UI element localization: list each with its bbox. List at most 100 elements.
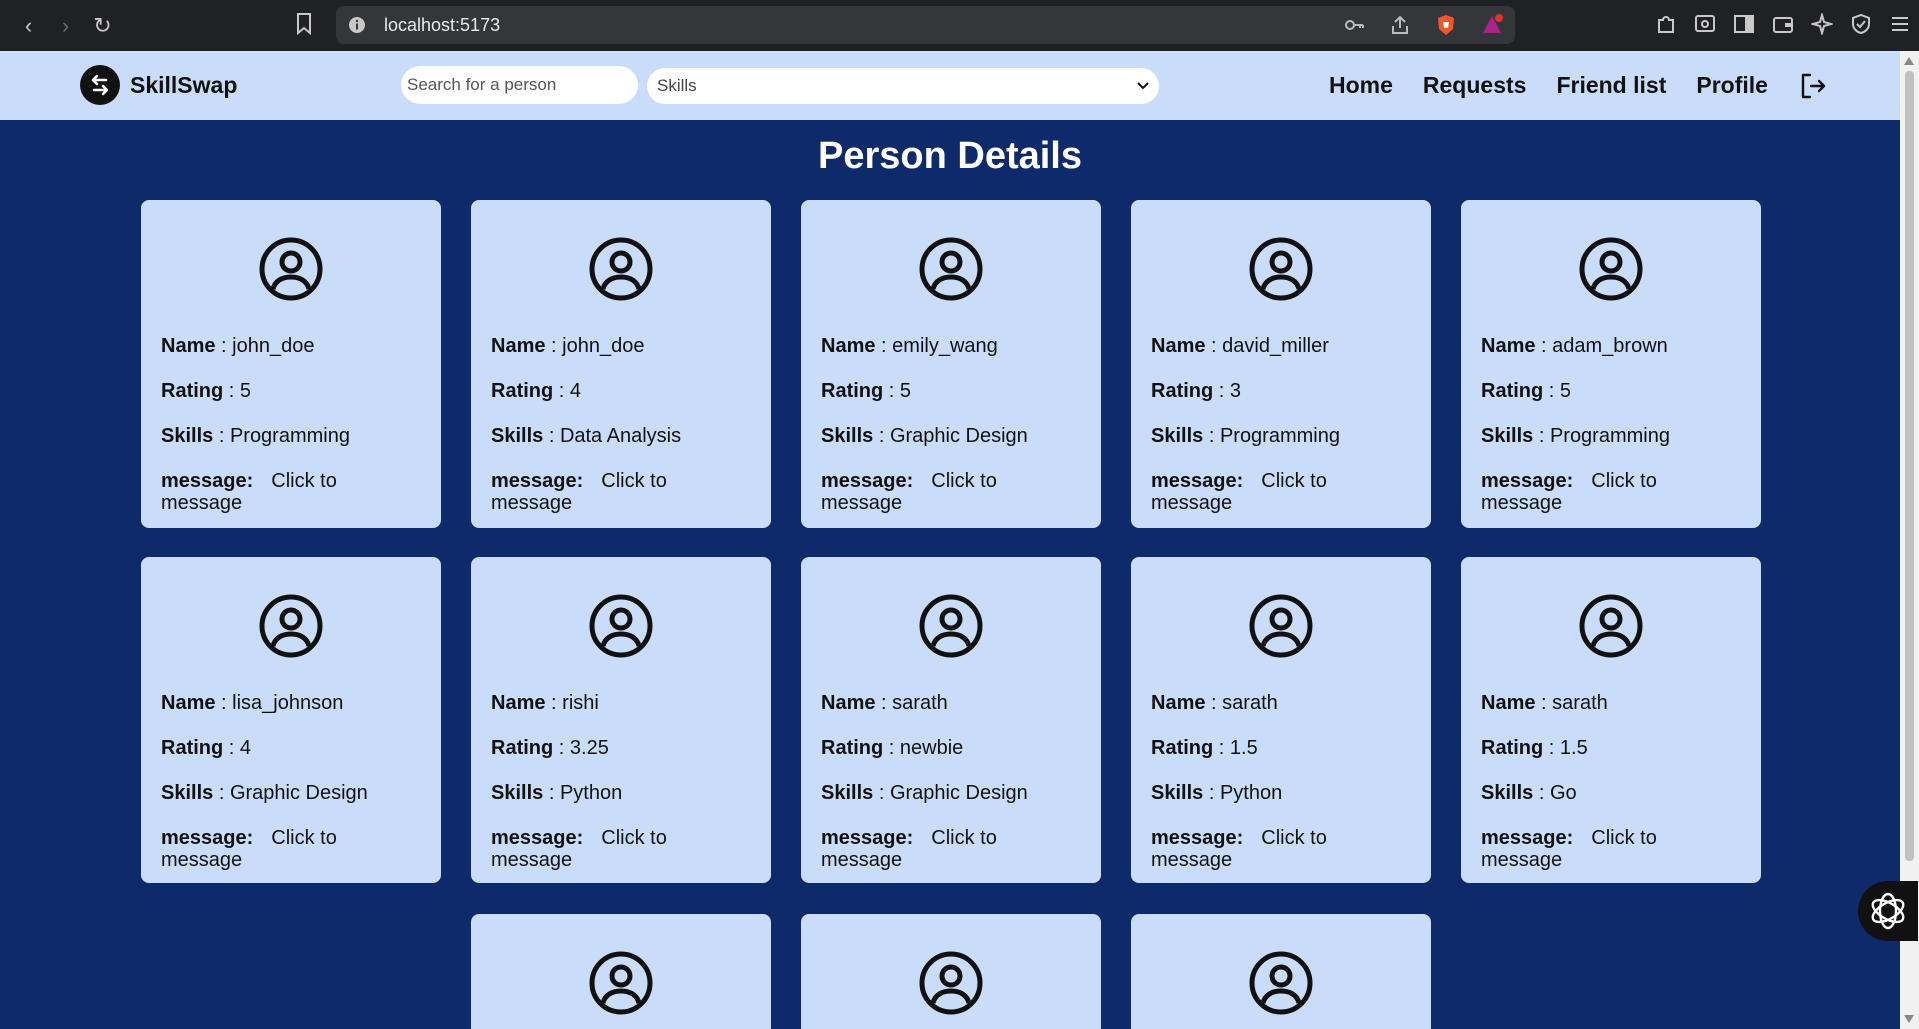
reload-button[interactable]: ↻ (84, 13, 121, 39)
person-skills-row: Skills : Graphic Design (821, 782, 1028, 804)
wallet-icon[interactable] (1772, 13, 1794, 35)
person-name-row: Name : rishi (491, 692, 599, 714)
rating-label: Rating (821, 380, 884, 402)
person-rating: 3 (1229, 380, 1242, 402)
name-label: Name (821, 335, 876, 357)
person-rating-row: Rating : 5 (161, 380, 252, 402)
person-skills-row: Skills : Programming (161, 425, 350, 447)
skills-label: Skills (821, 782, 874, 804)
rating-label: Rating (491, 380, 554, 402)
person-skills-row: Skills : Go (1481, 782, 1577, 804)
rewards-icon[interactable] (1481, 14, 1503, 36)
person-skills-row: Skills : Programming (1481, 425, 1670, 447)
message-label: message: (1481, 827, 1574, 849)
person-name: adam_brown (1552, 335, 1668, 357)
scroll-down-arrow[interactable] (1904, 1015, 1914, 1023)
person-skills: Go (1549, 782, 1577, 804)
person-name: sarath (892, 692, 948, 714)
address-bar[interactable]: localhost:5173 (336, 6, 1515, 44)
message-label: message: (1151, 470, 1244, 492)
person-name-row: Name : adam_brown (1481, 335, 1668, 357)
user-avatar-icon (259, 237, 323, 301)
menu-icon[interactable] (1889, 13, 1911, 35)
skills-label: Skills (491, 782, 544, 804)
share-icon[interactable] (1389, 14, 1411, 36)
swap-icon (80, 65, 120, 105)
nav-home[interactable]: Home (1329, 72, 1393, 99)
skills-dropdown[interactable]: Skills (647, 68, 1159, 104)
user-avatar-icon (919, 594, 983, 658)
scroll-thumb[interactable] (1905, 71, 1914, 861)
sidebar-icon[interactable] (1733, 13, 1755, 35)
person-rating: 1.5 (1559, 737, 1588, 759)
message-label: message: (491, 470, 584, 492)
person-message-row: message: Click to message (1481, 470, 1741, 514)
user-avatar-icon (1579, 237, 1643, 301)
person-message-row: message: Click to message (1481, 827, 1741, 871)
forward-button[interactable]: › (47, 13, 84, 39)
name-label: Name (161, 335, 216, 357)
rating-label: Rating (1481, 380, 1544, 402)
extensions-icon[interactable] (1655, 13, 1677, 35)
person-rating: newbie (899, 737, 964, 759)
nav-friend-list[interactable]: Friend list (1556, 72, 1666, 99)
name-label: Name (1151, 335, 1206, 357)
scroll-up-arrow[interactable] (1904, 57, 1914, 65)
key-icon[interactable] (1343, 14, 1365, 36)
assistant-button[interactable] (1858, 881, 1918, 941)
person-skills: Data Analysis (559, 425, 682, 447)
person-name: rishi (562, 692, 599, 714)
person-name: john_doe (232, 335, 315, 357)
user-avatar-icon (589, 594, 653, 658)
name-label: Name (1481, 335, 1536, 357)
nav-requests[interactable]: Requests (1423, 72, 1527, 99)
leo-ai-icon[interactable] (1811, 13, 1833, 35)
back-button[interactable]: ‹ (10, 13, 47, 39)
browser-toolbar: ‹ › ↻ localhost:5173 (0, 0, 1919, 51)
person-name-row: Name : john_doe (161, 335, 315, 357)
brave-shield-icon[interactable] (1435, 14, 1457, 36)
person-card: Name : john_doe Rating : 4 Skills : Data A… (471, 200, 771, 528)
person-skills: Graphic Design (889, 782, 1028, 804)
nav-profile[interactable]: Profile (1696, 72, 1768, 99)
skills-label: Skills (491, 425, 544, 447)
skills-label: Skills (161, 782, 214, 804)
logout-icon[interactable] (1798, 71, 1828, 101)
person-name: sarath (1222, 692, 1278, 714)
rating-label: Rating (1481, 737, 1544, 759)
person-skills: Programming (229, 425, 350, 447)
person-name: lisa_johnson (232, 692, 344, 714)
name-label: Name (161, 692, 216, 714)
person-card: Name : john_doe Rating : 5 Skills : Progra… (141, 200, 441, 528)
person-message-row: message: Click to message (491, 827, 751, 871)
vpn-icon[interactable] (1850, 13, 1872, 35)
person-message-row: message: Click to message (161, 827, 421, 871)
person-rating: 1.5 (1229, 737, 1258, 759)
person-rating: 5 (899, 380, 912, 402)
user-avatar-icon (1579, 594, 1643, 658)
person-rating-row: Rating : 3 (1151, 380, 1242, 402)
person-name: david_miller (1222, 335, 1329, 357)
person-rating: 3.25 (569, 737, 609, 759)
person-name: sarath (1552, 692, 1608, 714)
rating-label: Rating (1151, 380, 1214, 402)
skills-label: Skills (1481, 425, 1534, 447)
person-rating-row: Rating : 5 (1481, 380, 1572, 402)
brand-logo[interactable]: SkillSwap (80, 65, 237, 105)
skills-label: Skills (161, 425, 214, 447)
person-rating-row: Rating : 4 (491, 380, 582, 402)
skills-label: Skills (1151, 425, 1204, 447)
search-input[interactable] (401, 66, 638, 104)
person-name-row: Name : sarath (821, 692, 948, 714)
screenshot-icon[interactable] (1694, 13, 1716, 35)
bookmark-icon[interactable] (296, 13, 312, 35)
brand-name: SkillSwap (130, 71, 238, 98)
message-label: message: (1151, 827, 1244, 849)
person-skills-row: Skills : Data Analysis (491, 425, 682, 447)
person-skills: Programming (1549, 425, 1670, 447)
person-card: Name : sarath Rating : 1.5 Skills : Python… (1131, 557, 1431, 883)
user-avatar-icon (1249, 237, 1313, 301)
message-label: message: (821, 470, 914, 492)
person-message-row: message: Click to message (821, 827, 1081, 871)
site-info-icon[interactable] (348, 16, 366, 34)
